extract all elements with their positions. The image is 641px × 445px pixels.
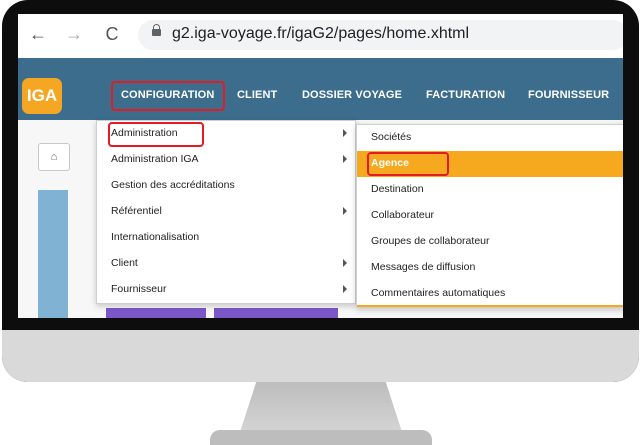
action-button-2[interactable] <box>214 308 338 318</box>
chevron-right-icon <box>343 155 347 163</box>
dropdown-item-fournisseur[interactable]: Fournisseur <box>97 277 355 303</box>
dropdown-item-gestion-accreditations[interactable]: Gestion des accréditations <box>97 173 355 199</box>
screen: ← → C g2.iga-voyage.fr/igaG2/pages/home.… <box>18 14 623 318</box>
app-navbar: IGA CONFIGURATION CLIENT DOSSIER VOYAGE … <box>18 58 623 120</box>
configuration-dropdown: Administration Administration IGA Gestio… <box>96 120 356 304</box>
chevron-right-icon <box>343 259 347 267</box>
submenu-accent-line <box>357 305 623 307</box>
dropdown-item-client[interactable]: Client <box>97 251 355 277</box>
menu-facturation[interactable]: FACTURATION <box>426 89 505 101</box>
submenu-item-societes[interactable]: Sociétés <box>357 125 623 151</box>
chevron-right-icon <box>343 285 347 293</box>
back-button[interactable]: ← <box>28 24 48 45</box>
monitor-base <box>210 430 432 445</box>
forward-button[interactable]: → <box>64 24 84 45</box>
submenu-item-groupes-collaborateur[interactable]: Groupes de collaborateur <box>357 229 623 255</box>
browser-toolbar: ← → C g2.iga-voyage.fr/igaG2/pages/home.… <box>18 14 623 59</box>
agence-highlight <box>367 152 449 176</box>
dropdown-item-referentiel[interactable]: Référentiel <box>97 199 355 225</box>
monitor-stand <box>240 382 402 432</box>
lock-icon <box>152 24 161 36</box>
dropdown-item-administration-iga[interactable]: Administration IGA <box>97 147 355 173</box>
submenu-item-destination[interactable]: Destination <box>357 177 623 203</box>
administration-highlight <box>108 122 204 147</box>
submenu-item-commentaires-automatiques[interactable]: Commentaires automatiques <box>357 281 623 307</box>
dropdown-item-internationalisation[interactable]: Internationalisation <box>97 225 355 251</box>
configuration-highlight <box>111 81 225 111</box>
iga-logo[interactable]: IGA <box>22 78 62 114</box>
menu-dossier-voyage[interactable]: DOSSIER VOYAGE <box>302 89 402 101</box>
chevron-right-icon <box>343 129 347 137</box>
monitor-frame: ← → C g2.iga-voyage.fr/igaG2/pages/home.… <box>2 0 639 382</box>
url-text: g2.iga-voyage.fr/igaG2/pages/home.xhtml <box>172 25 470 42</box>
chevron-right-icon <box>343 207 347 215</box>
administration-submenu: Sociétés Agence Destination Collaborateu… <box>356 124 623 308</box>
home-button[interactable]: ⌂ <box>38 143 70 171</box>
submenu-item-collaborateur[interactable]: Collaborateur <box>357 203 623 229</box>
side-panel <box>38 190 68 318</box>
monitor-chin <box>2 330 639 382</box>
address-bar[interactable]: g2.iga-voyage.fr/igaG2/pages/home.xhtml <box>138 20 623 50</box>
home-icon: ⌂ <box>50 151 58 163</box>
action-button-1[interactable] <box>106 308 206 318</box>
menu-fournisseur[interactable]: FOURNISSEUR <box>528 89 609 101</box>
menu-client[interactable]: CLIENT <box>237 89 277 101</box>
submenu-item-messages-diffusion[interactable]: Messages de diffusion <box>357 255 623 281</box>
reload-button[interactable]: C <box>102 24 122 45</box>
